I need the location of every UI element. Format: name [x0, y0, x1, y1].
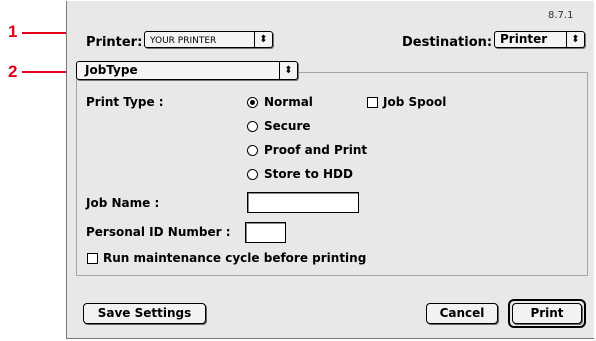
- radio-empty-icon: [247, 168, 258, 180]
- radio-proof-and-print[interactable]: Proof and Print: [247, 143, 367, 157]
- popup-arrows-icon: ⬍: [566, 32, 584, 47]
- cancel-button[interactable]: Cancel: [426, 303, 498, 324]
- print-button[interactable]: Print: [512, 303, 582, 324]
- destination-popup[interactable]: Printer ⬍: [494, 31, 585, 48]
- panel-popup[interactable]: JobType ⬍: [76, 61, 298, 80]
- radio-empty-icon: [247, 120, 258, 132]
- printer-label: Printer:: [86, 35, 143, 50]
- save-settings-button[interactable]: Save Settings: [83, 303, 206, 324]
- checkbox-empty-icon: [367, 96, 378, 108]
- checkbox-empty-icon: [87, 252, 98, 264]
- popup-arrows-icon: ⬍: [279, 62, 297, 79]
- radio-normal-label: Normal: [264, 95, 313, 109]
- printer-popup[interactable]: YOUR PRINTER ⬍: [144, 31, 273, 48]
- job-spool-label: Job Spool: [383, 95, 447, 109]
- radio-selected-icon: [247, 96, 258, 108]
- radio-store-label: Store to HDD: [264, 167, 353, 181]
- radio-secure-label: Secure: [264, 119, 311, 133]
- destination-popup-value: Printer: [500, 32, 548, 46]
- callout-number-2: 2: [8, 62, 18, 81]
- destination-label: Destination:: [402, 35, 493, 50]
- job-name-field[interactable]: [247, 192, 359, 213]
- job-name-label: Job Name :: [86, 196, 160, 210]
- personal-id-field[interactable]: [245, 222, 286, 243]
- radio-secure[interactable]: Secure: [247, 119, 311, 133]
- maintenance-label: Run maintenance cycle before printing: [103, 251, 367, 265]
- panel-popup-value: JobType: [85, 63, 138, 77]
- printer-popup-value: YOUR PRINTER: [150, 36, 217, 46]
- personal-id-label: Personal ID Number :: [86, 225, 231, 239]
- radio-empty-icon: [247, 144, 258, 156]
- version-label: 8.7.1: [548, 10, 574, 21]
- maintenance-checkbox[interactable]: Run maintenance cycle before printing: [87, 251, 366, 265]
- popup-arrows-icon: ⬍: [254, 32, 272, 47]
- print-type-label: Print Type :: [86, 95, 164, 109]
- callout-number-1: 1: [8, 22, 18, 41]
- radio-normal[interactable]: Normal: [247, 95, 313, 109]
- radio-store-to-hdd[interactable]: Store to HDD: [247, 167, 353, 181]
- radio-proof-label: Proof and Print: [264, 143, 368, 157]
- job-spool-checkbox[interactable]: Job Spool: [367, 95, 446, 109]
